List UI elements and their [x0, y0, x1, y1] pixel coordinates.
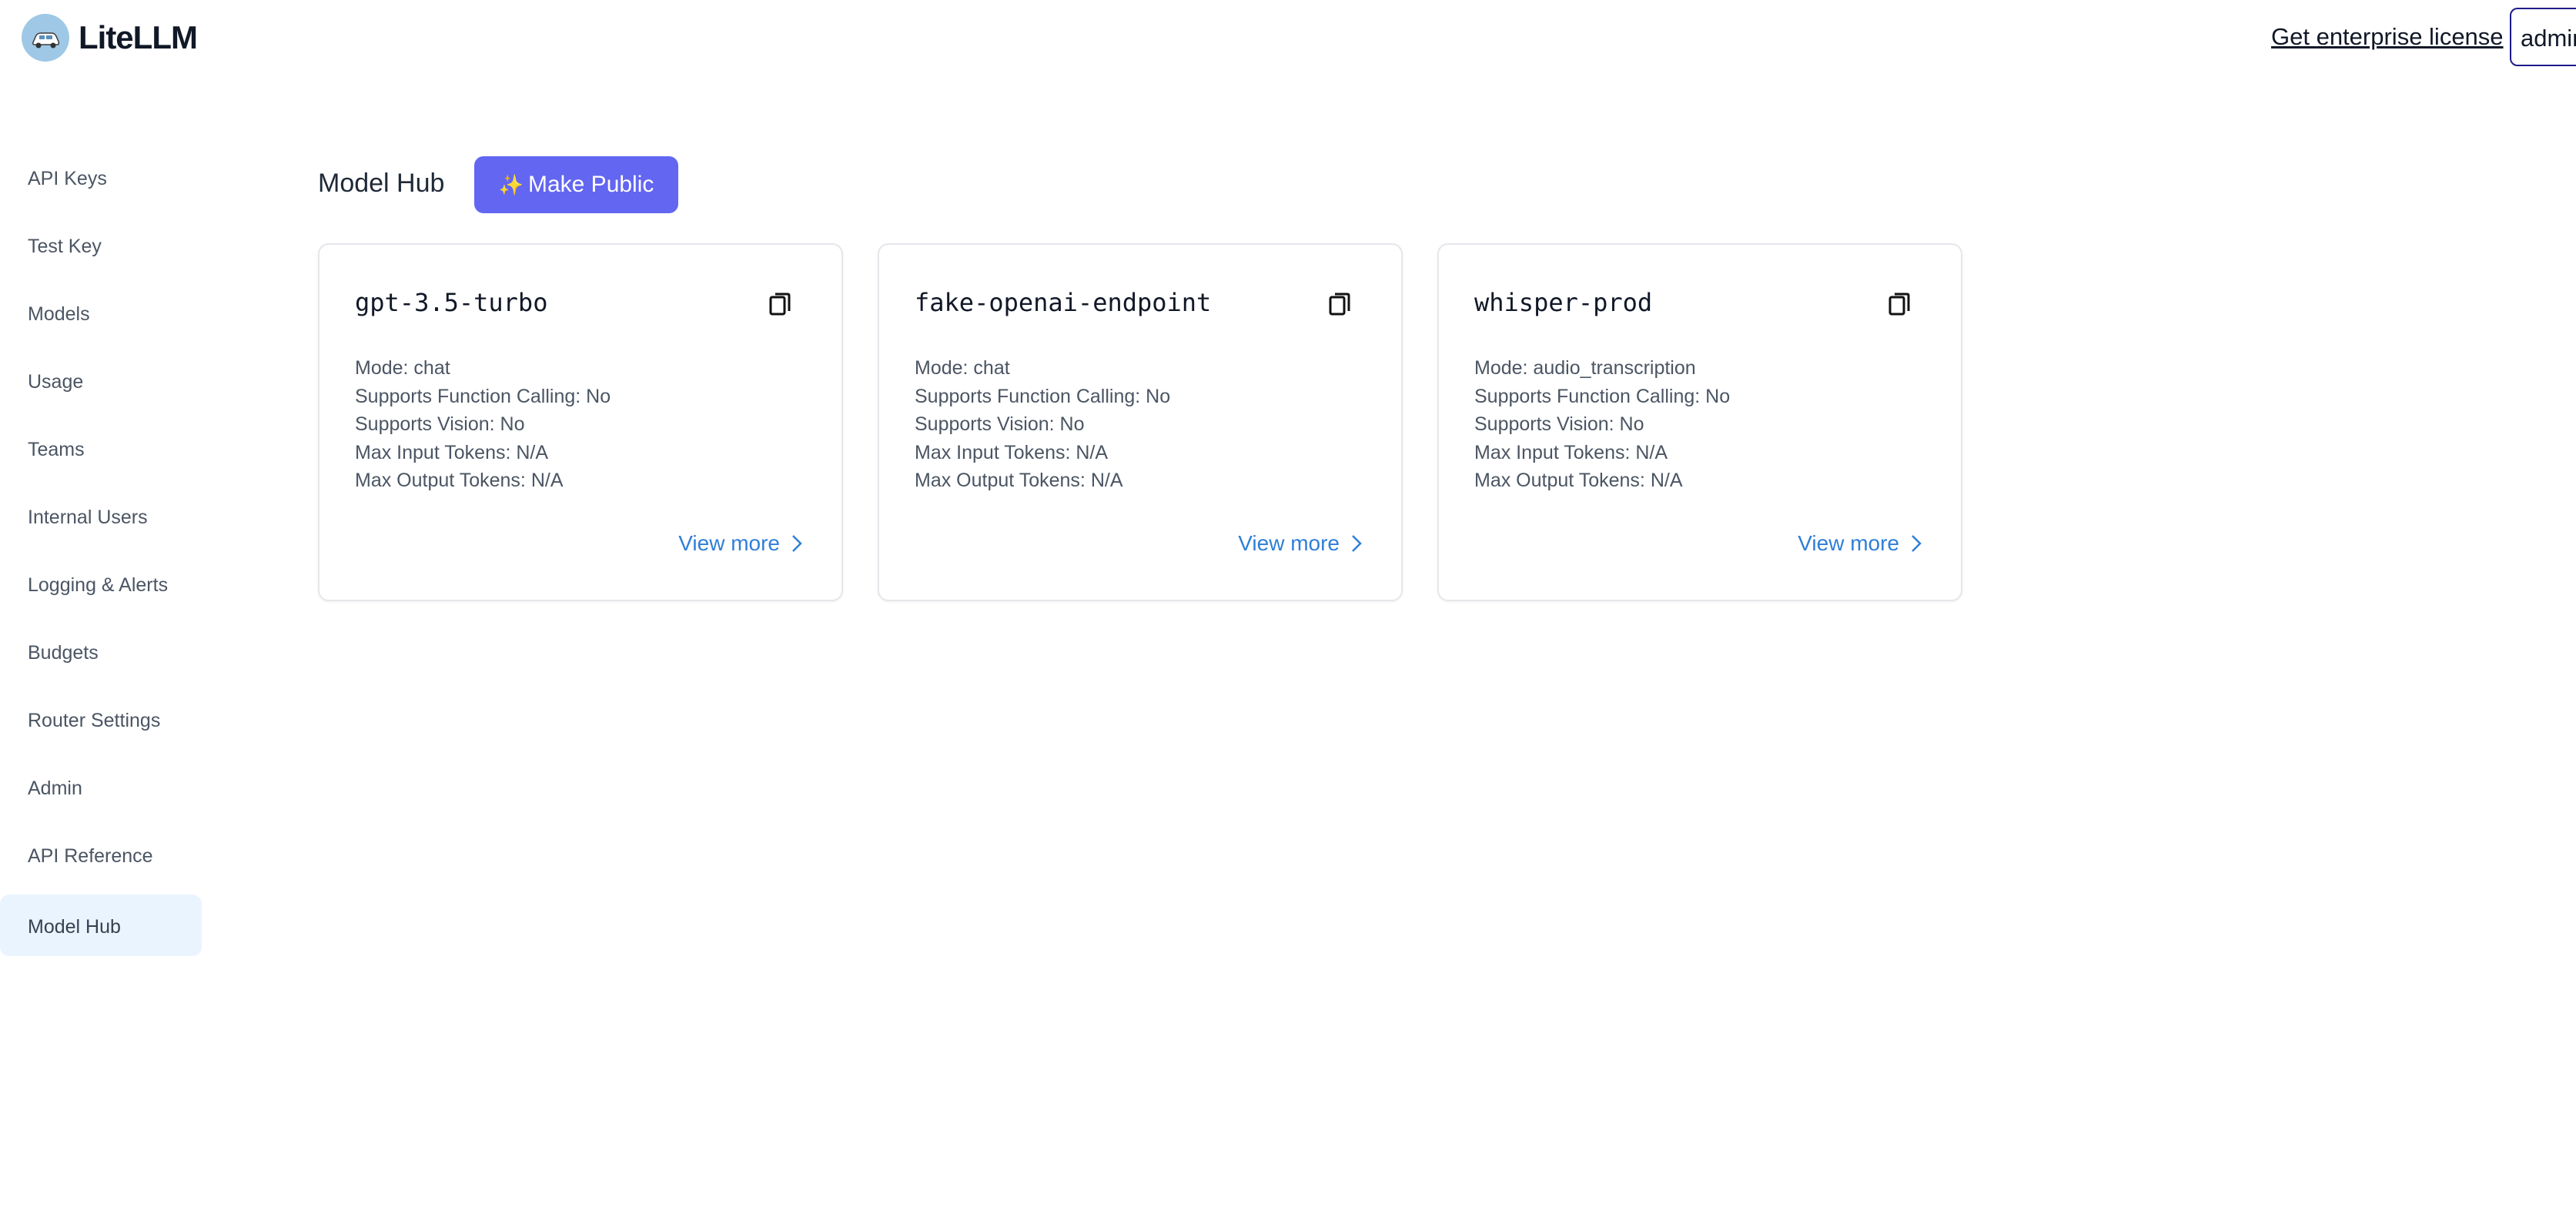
view-more-label: View more — [1798, 531, 1899, 555]
sidebar-item-models[interactable]: Models — [0, 282, 202, 343]
app-logo[interactable]: LiteLLM — [22, 14, 198, 62]
model-max-input: Max Input Tokens: N/A — [915, 441, 1109, 463]
model-vision: Supports Vision: No — [355, 413, 525, 435]
copy-icon[interactable] — [1885, 289, 1913, 320]
view-more-link[interactable]: View more — [678, 531, 805, 556]
sidebar-item-budgets[interactable]: Budgets — [0, 620, 202, 682]
model-info: Mode: chat Supports Function Calling: No… — [915, 354, 1170, 495]
sidebar-item-usage[interactable]: Usage — [0, 349, 202, 411]
model-info: Mode: audio_transcription Supports Funct… — [1474, 354, 1730, 495]
model-function-calling: Supports Function Calling: No — [355, 385, 611, 407]
sidebar-item-api-keys[interactable]: API Keys — [0, 146, 202, 208]
sidebar-item-admin[interactable]: Admin — [0, 756, 202, 818]
sparkle-icon: ✨ — [498, 172, 524, 196]
model-vision: Supports Vision: No — [1474, 413, 1644, 435]
model-vision: Supports Vision: No — [915, 413, 1085, 435]
sidebar-item-internal-users[interactable]: Internal Users — [0, 485, 202, 547]
top-bar: LiteLLM Get enterprise license admin — [0, 0, 2576, 74]
model-info: Mode: chat Supports Function Calling: No… — [355, 354, 611, 495]
view-more-label: View more — [678, 531, 780, 555]
enterprise-license-link[interactable]: Get enterprise license — [2271, 23, 2504, 51]
copy-icon[interactable] — [766, 289, 794, 320]
model-card: gpt-3.5-turbo Mode: chat Supports Functi… — [318, 243, 843, 601]
app-name: LiteLLM — [79, 19, 198, 55]
chevron-right-icon — [792, 535, 802, 552]
view-more-link[interactable]: View more — [1798, 531, 1924, 556]
view-more-link[interactable]: View more — [1238, 531, 1364, 556]
copy-icon[interactable] — [1326, 289, 1353, 320]
model-card: fake-openai-endpoint Mode: chat Supports… — [878, 243, 1403, 601]
sidebar-item-model-hub[interactable]: Model Hub — [0, 895, 202, 956]
model-name: gpt-3.5-turbo — [355, 288, 548, 317]
model-name: whisper-prod — [1474, 288, 1653, 317]
model-name: fake-openai-endpoint — [915, 288, 1212, 317]
model-max-output: Max Output Tokens: N/A — [355, 470, 564, 491]
sidebar-item-logging-alerts[interactable]: Logging & Alerts — [0, 553, 202, 614]
sidebar-item-api-reference[interactable]: API Reference — [0, 824, 202, 885]
litellm-logo-icon — [22, 14, 69, 62]
model-mode: Mode: audio_transcription — [1474, 357, 1696, 379]
page-title: Model Hub — [318, 169, 445, 198]
make-public-button[interactable]: ✨ Make Public — [474, 156, 678, 213]
chevron-right-icon — [1912, 535, 1922, 552]
model-mode: Mode: chat — [915, 357, 1010, 379]
view-more-label: View more — [1238, 531, 1340, 555]
sidebar-item-router-settings[interactable]: Router Settings — [0, 688, 202, 750]
model-function-calling: Supports Function Calling: No — [915, 385, 1171, 407]
sidebar-item-teams[interactable]: Teams — [0, 417, 202, 479]
make-public-label: Make Public — [527, 172, 654, 197]
model-mode: Mode: chat — [355, 357, 450, 379]
model-max-output: Max Output Tokens: N/A — [1474, 470, 1683, 491]
model-function-calling: Supports Function Calling: No — [1474, 385, 1731, 407]
model-max-input: Max Input Tokens: N/A — [1474, 441, 1668, 463]
model-max-output: Max Output Tokens: N/A — [915, 470, 1123, 491]
sidebar-item-test-key[interactable]: Test Key — [0, 214, 202, 276]
user-menu-button[interactable]: admin — [2510, 8, 2576, 66]
model-max-input: Max Input Tokens: N/A — [355, 441, 549, 463]
chevron-right-icon — [1352, 535, 1362, 552]
model-card: whisper-prod Mode: audio_transcription S… — [1437, 243, 1962, 601]
